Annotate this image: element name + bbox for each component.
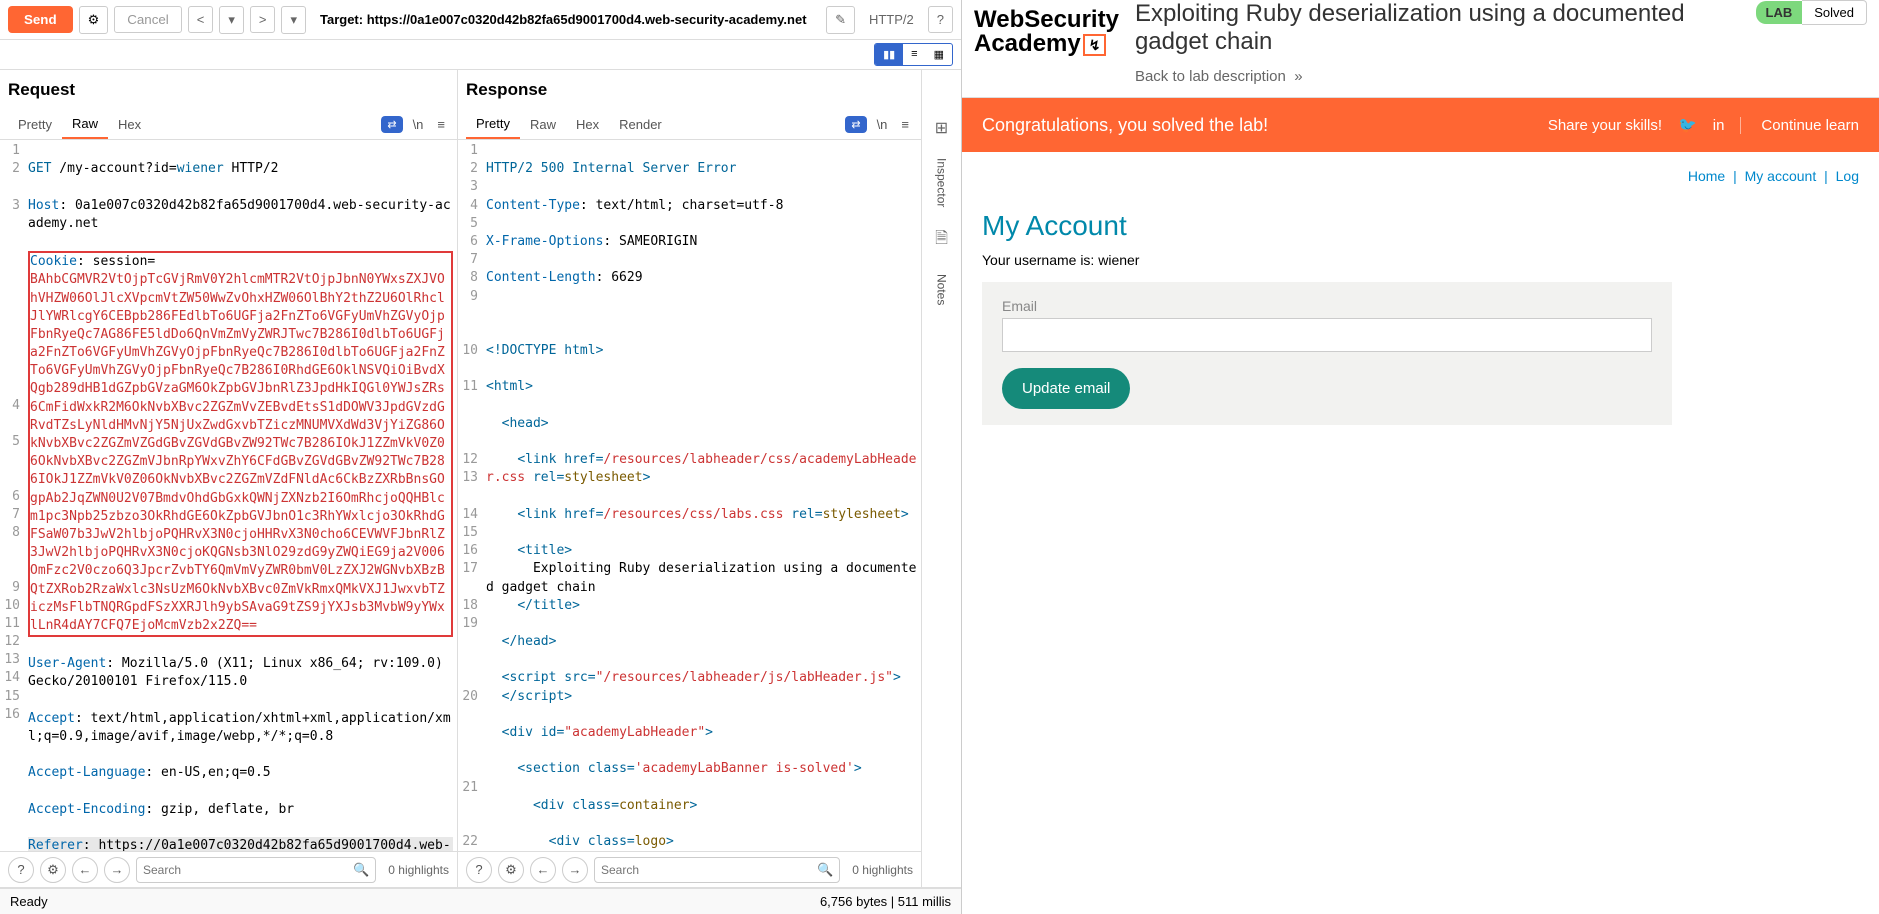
response-tab-render[interactable]: Render — [609, 111, 672, 138]
back-to-lab-link[interactable]: Back to lab description » — [1135, 68, 1740, 85]
edit-target-button[interactable]: ✎ — [826, 6, 855, 34]
response-search-next-button[interactable]: → — [562, 857, 588, 883]
response-highlights-label: 0 highlights — [852, 863, 913, 877]
response-help-button[interactable]: ? — [466, 857, 492, 883]
congrats-text: Congratulations, you solved the lab! — [982, 115, 1268, 136]
inspector-tab[interactable]: Inspector — [931, 146, 953, 219]
linkedin-icon[interactable]: in — [1713, 117, 1725, 134]
session-cookie-value: BAhbCGMVR2VtOjpTcGVjRmV0Y2hlcmMTR2VtOjpJ… — [30, 272, 445, 633]
layout-rows-button[interactable]: ≡ — [903, 44, 925, 65]
request-help-button[interactable]: ? — [8, 857, 34, 883]
history-back-menu[interactable]: ▾ — [219, 6, 244, 34]
cookie-highlight: Cookie: session=BAhbCGMVR2VtOjpTcGVjRmV0… — [28, 251, 453, 637]
username-line: Your username is: wiener — [982, 252, 1859, 268]
layout-columns-button[interactable]: ▮▮ — [875, 44, 903, 65]
response-editor[interactable]: 123456789 10 11 1213 14151617 1819 20 21… — [458, 140, 921, 851]
wrap-toggle-icon[interactable]: ⇄ — [381, 116, 402, 133]
newline-toggle-icon[interactable]: \n — [409, 115, 428, 134]
page-links: Home | My account | Log — [962, 152, 1879, 200]
response-gutter: 123456789 10 11 1213 14151617 1819 20 21… — [458, 140, 482, 851]
logo-icon: ↯ — [1083, 34, 1107, 56]
request-tab-pretty[interactable]: Pretty — [8, 111, 62, 138]
share-label: Share your skills! — [1548, 117, 1662, 134]
history-back-button[interactable]: < — [188, 6, 214, 33]
http-version-label: HTTP/2 — [869, 12, 914, 27]
request-search-box[interactable]: 🔍 — [136, 857, 376, 883]
layout-toggle-row: ▮▮ ≡ ▦ — [0, 40, 961, 70]
email-label: Email — [1002, 298, 1652, 314]
lab-badge: LAB — [1756, 1, 1803, 24]
request-header: Request — [0, 70, 457, 110]
response-menu-icon[interactable]: ≡ — [897, 115, 913, 134]
inspector-icon[interactable]: ⊞ — [927, 110, 956, 146]
response-tab-pretty[interactable]: Pretty — [466, 110, 520, 139]
search-icon: 🔍 — [353, 862, 369, 878]
response-tab-raw[interactable]: Raw — [520, 111, 566, 138]
response-search-input[interactable] — [601, 863, 817, 877]
wsa-logo: WebSecurity Academy↯ — [974, 0, 1119, 56]
burp-toolbar: Send ⚙ Cancel < ▾ > ▾ Target: https://0a… — [0, 0, 961, 40]
layout-combined-button[interactable]: ▦ — [926, 44, 952, 65]
wrap-toggle-icon[interactable]: ⇄ — [845, 116, 866, 133]
update-email-button[interactable]: Update email — [1002, 368, 1130, 409]
request-settings-button[interactable]: ⚙ — [40, 857, 66, 883]
response-tab-hex[interactable]: Hex — [566, 111, 609, 138]
help-button[interactable]: ? — [928, 6, 953, 33]
request-menu-icon[interactable]: ≡ — [433, 115, 449, 134]
history-forward-menu[interactable]: ▾ — [281, 6, 306, 34]
status-bytes: 6,756 bytes | 511 millis — [820, 894, 951, 909]
send-options-button[interactable]: ⚙ — [79, 6, 109, 34]
notes-tab[interactable]: Notes — [931, 262, 953, 317]
status-ready: Ready — [10, 894, 48, 909]
selected-referer-line: Referer: https://0a1e007c0320d42b82fa65d… — [28, 837, 453, 851]
lab-status: LAB Solved — [1756, 0, 1867, 25]
response-header: Response — [458, 70, 921, 110]
request-editor[interactable]: 12 3 4 5 678 910111213141516 GET /my-acc… — [0, 140, 457, 851]
account-title: My Account — [982, 210, 1859, 242]
my-account-link[interactable]: My account — [1745, 168, 1817, 184]
newline-toggle-icon[interactable]: \n — [873, 115, 892, 134]
email-input[interactable] — [1002, 318, 1652, 352]
request-search-next-button[interactable]: → — [104, 857, 130, 883]
history-forward-button[interactable]: > — [250, 6, 276, 33]
congrats-bar: Congratulations, you solved the lab! Sha… — [962, 98, 1879, 152]
response-search-box[interactable]: 🔍 — [594, 857, 840, 883]
send-button[interactable]: Send — [8, 6, 73, 33]
lab-title: Exploiting Ruby deserialization using a … — [1135, 0, 1740, 56]
request-gutter: 12 3 4 5 678 910111213141516 — [0, 140, 24, 851]
response-settings-button[interactable]: ⚙ — [498, 857, 524, 883]
log-link[interactable]: Log — [1836, 168, 1859, 184]
request-highlights-label: 0 highlights — [388, 863, 449, 877]
search-icon: 🔍 — [817, 862, 833, 878]
response-search-prev-button[interactable]: ← — [530, 857, 556, 883]
cancel-button[interactable]: Cancel — [114, 6, 182, 33]
target-label: Target: https://0a1e007c0320d42b82fa65d9… — [320, 12, 820, 27]
continue-learning-link[interactable]: Continue learn — [1740, 117, 1859, 134]
request-tab-raw[interactable]: Raw — [62, 110, 108, 139]
notes-icon[interactable]: 🗎 — [927, 219, 956, 262]
request-tab-hex[interactable]: Hex — [108, 111, 151, 138]
email-form: Email Update email — [982, 282, 1672, 425]
solved-label: Solved — [1802, 0, 1867, 25]
request-search-prev-button[interactable]: ← — [72, 857, 98, 883]
home-link[interactable]: Home — [1688, 168, 1725, 184]
twitter-icon[interactable]: 🐦 — [1678, 116, 1697, 134]
req-method: GET — [28, 161, 51, 176]
request-search-input[interactable] — [143, 863, 353, 877]
